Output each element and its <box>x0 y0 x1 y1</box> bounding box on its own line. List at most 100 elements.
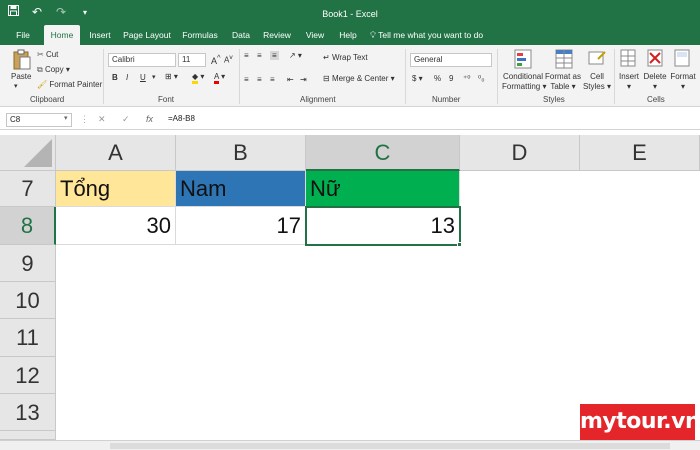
tab-review[interactable]: Review <box>260 25 294 45</box>
row-header-13[interactable]: 13 <box>0 394 56 431</box>
paste-dropdown-icon[interactable]: ▾ <box>14 82 18 90</box>
row-header-10[interactable]: 10 <box>0 282 56 319</box>
tab-page-layout[interactable]: Page Layout <box>122 25 172 45</box>
column-header-d[interactable]: D <box>460 135 580 171</box>
format-as-table-icon[interactable] <box>555 49 573 71</box>
italic-button[interactable]: I <box>126 73 128 82</box>
row-header-11[interactable]: 11 <box>0 319 56 357</box>
decrease-indent-icon[interactable]: ⇤ <box>287 75 294 84</box>
top-align-icon[interactable]: ≡ <box>244 51 249 60</box>
tab-formulas[interactable]: Formulas <box>180 25 220 45</box>
grow-font-button[interactable]: A^ <box>211 53 221 66</box>
cell-styles-button[interactable]: Cell Styles ▾ <box>582 72 612 92</box>
separator <box>405 49 406 104</box>
middle-align-icon[interactable]: ≡ <box>257 51 262 60</box>
number-format-select[interactable]: General <box>410 53 492 67</box>
insert-cells-icon[interactable] <box>620 49 636 69</box>
font-name-select[interactable]: Calibri <box>108 53 176 67</box>
shrink-font-button[interactable]: Av <box>224 54 233 65</box>
separator <box>103 49 104 104</box>
scrollbar-thumb[interactable] <box>110 443 670 449</box>
paste-button[interactable]: Paste <box>11 72 31 81</box>
format-cells-button[interactable]: Format ▾ <box>670 72 696 92</box>
name-box[interactable]: C8 <box>6 113 72 127</box>
enter-icon[interactable]: ✓ <box>122 114 130 125</box>
active-cell-border <box>305 206 461 246</box>
tab-insert[interactable]: Insert <box>84 25 116 45</box>
delete-label: Delete <box>643 72 667 81</box>
column-header-a[interactable]: A <box>56 135 176 171</box>
column-header-c[interactable]: C <box>306 135 460 171</box>
insert-label: Insert <box>618 72 639 81</box>
select-all-triangle <box>24 139 52 167</box>
tab-view[interactable]: View <box>302 25 328 45</box>
format-table-label-2: Table <box>550 82 570 91</box>
underline-button[interactable]: U <box>140 73 146 82</box>
cell-styles-label-2: Styles <box>582 82 605 91</box>
align-left-icon[interactable]: ≡ <box>244 75 249 84</box>
copy-button[interactable]: ⧉ Copy ▾ <box>37 65 70 75</box>
select-all-button[interactable] <box>0 135 56 171</box>
font-size-select[interactable]: 11 <box>178 53 206 67</box>
row-header-7[interactable]: 7 <box>0 171 56 207</box>
align-right-icon[interactable]: ≡ <box>270 75 275 84</box>
conditional-formatting-button[interactable]: Conditional Formatting ▾ <box>502 72 546 92</box>
wrap-text-button[interactable]: ↵ Wrap Text <box>323 53 368 62</box>
format-as-table-button[interactable]: Format as Table ▾ <box>545 72 581 92</box>
fill-handle[interactable] <box>457 242 462 247</box>
cancel-icon[interactable]: ✕ <box>98 114 106 125</box>
worksheet-grid: A B C D E 7 8 9 10 11 12 13 Tổng Nam Nữ … <box>0 135 700 440</box>
conditional-label-2: Formatting <box>502 82 541 91</box>
cell-c7[interactable]: Nữ <box>306 171 460 207</box>
increase-decimal-icon[interactable]: ⁺⁰ <box>463 74 470 83</box>
bold-button[interactable]: B <box>112 73 118 82</box>
ribbon: Paste ▾ ✂ Cut ⧉ Copy ▾ 🖌︎ Format Painter… <box>0 45 700 107</box>
delete-cells-icon[interactable] <box>647 49 663 69</box>
name-box-dropdown-icon[interactable]: ▾ <box>64 114 68 122</box>
format-cells-icon[interactable] <box>674 49 690 69</box>
insert-cells-button[interactable]: Insert ▾ <box>618 72 640 92</box>
cut-button[interactable]: ✂ Cut <box>37 50 58 59</box>
cell-styles-icon[interactable] <box>588 49 606 71</box>
horizontal-scrollbar[interactable] <box>0 440 700 450</box>
borders-icon[interactable]: ⊞ ▾ <box>165 72 178 81</box>
font-color-icon[interactable]: A ▾ <box>214 72 225 84</box>
format-painter-button[interactable]: 🖌︎ Format Painter <box>37 80 102 89</box>
separator <box>497 49 498 104</box>
delete-cells-button[interactable]: Delete ▾ <box>643 72 667 92</box>
cell-b8[interactable]: 17 <box>176 207 306 245</box>
bottom-align-icon[interactable]: ≡ <box>270 51 279 60</box>
row-header-9[interactable]: 9 <box>0 245 56 282</box>
cell-a7[interactable]: Tổng <box>56 171 176 207</box>
orientation-icon[interactable]: ↗ ▾ <box>289 51 302 60</box>
wrap-text-label: Wrap Text <box>331 53 368 62</box>
tab-help[interactable]: Help <box>336 25 360 45</box>
tell-me-search[interactable]: 💡︎ Tell me what you want to do <box>370 25 490 45</box>
merge-center-button[interactable]: ⊟ Merge & Center ▾ <box>323 74 395 83</box>
align-center-icon[interactable]: ≡ <box>257 75 262 84</box>
underline-dropdown-icon[interactable]: ▾ <box>152 73 156 81</box>
increase-indent-icon[interactable]: ⇥ <box>300 75 307 84</box>
decrease-decimal-icon[interactable]: ⁰₀ <box>478 74 485 83</box>
cell-a8[interactable]: 30 <box>56 207 176 245</box>
row-header-8[interactable]: 8 <box>0 207 56 245</box>
column-header-e[interactable]: E <box>580 135 700 171</box>
tab-data[interactable]: Data <box>228 25 254 45</box>
insert-function-icon[interactable]: fx <box>146 114 153 124</box>
row-header-12[interactable]: 12 <box>0 357 56 394</box>
percent-style-button[interactable]: % <box>434 74 441 83</box>
formula-input[interactable]: =A8-B8 <box>168 113 195 125</box>
accounting-format-button[interactable]: $ ▾ <box>412 74 423 83</box>
tab-home[interactable]: Home <box>44 25 80 45</box>
wrap-text-icon: ↵ <box>323 53 330 62</box>
paste-icon[interactable] <box>12 49 32 73</box>
fill-color-icon[interactable]: ◆ ▾ <box>192 72 204 84</box>
copy-label: Copy <box>44 65 64 74</box>
tab-file[interactable]: File <box>10 25 36 45</box>
column-header-b[interactable]: B <box>176 135 306 171</box>
comma-style-button[interactable]: 9 <box>449 74 453 83</box>
cell-b7[interactable]: Nam <box>176 171 306 207</box>
conditional-formatting-icon[interactable] <box>514 49 532 71</box>
watermark-logo: mytour.vn <box>580 404 700 440</box>
ribbon-tabs: File Home Insert Page Layout Formulas Da… <box>0 25 700 45</box>
